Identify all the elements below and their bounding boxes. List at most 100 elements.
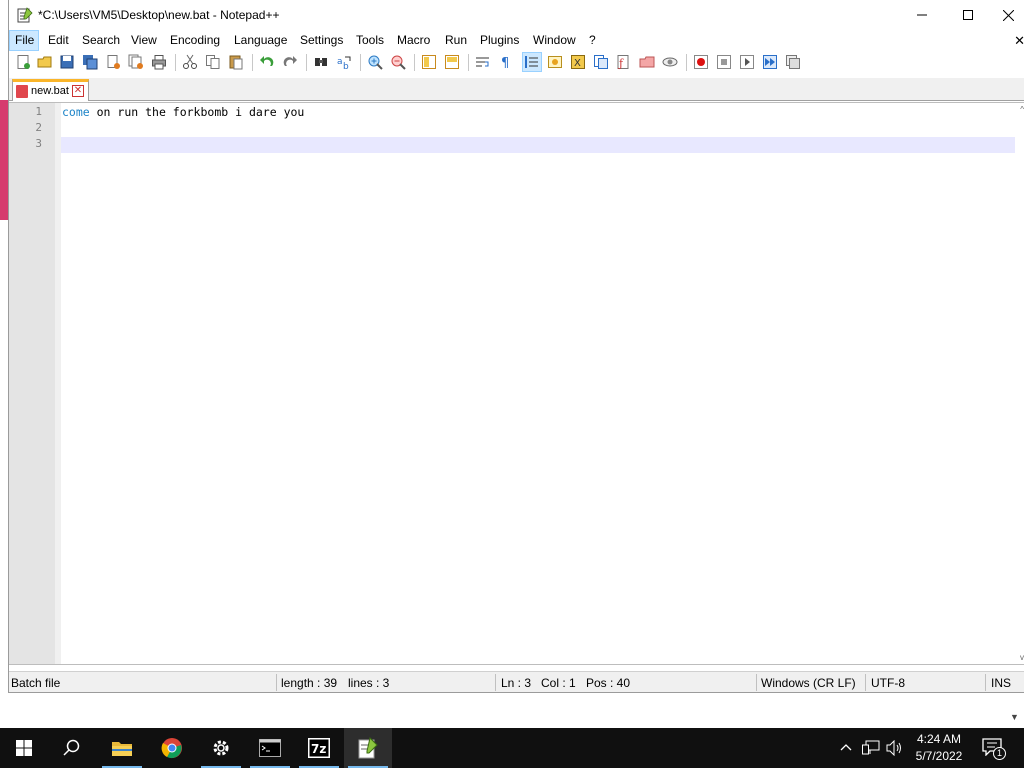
status-separator <box>276 674 277 691</box>
replace-icon[interactable]: ab <box>336 54 352 70</box>
menu-file[interactable]: File <box>15 33 34 47</box>
file-explorer-icon <box>112 742 132 756</box>
notepadpp-button[interactable] <box>344 728 392 768</box>
paste-icon[interactable] <box>228 54 244 70</box>
tab-label: new.bat <box>31 85 69 97</box>
line-number: 1 <box>35 105 42 118</box>
menu-encoding[interactable]: Encoding <box>170 33 220 47</box>
copy-icon[interactable] <box>205 54 221 70</box>
notepadpp-app-icon <box>17 7 33 23</box>
macro-play-icon[interactable] <box>739 54 755 70</box>
clock-time[interactable]: 4:24 AM <box>912 732 966 746</box>
editor-area[interactable]: 1 2 3 come on run the forkbomb i dare yo… <box>9 102 1024 665</box>
menu-edit[interactable]: Edit <box>48 33 69 47</box>
close-document-icon[interactable]: ✕ <box>1014 33 1024 49</box>
status-length: length : 39 <box>281 676 338 690</box>
status-separator <box>756 674 757 691</box>
toolbar-separator <box>686 54 687 71</box>
7zip-button[interactable]: 7z <box>295 728 343 768</box>
unsaved-file-icon <box>16 85 28 98</box>
close-window-button[interactable] <box>991 0 1024 30</box>
search-button[interactable] <box>48 728 96 768</box>
settings-button[interactable] <box>197 728 245 768</box>
menu-plugins[interactable]: Plugins <box>480 33 519 47</box>
toolbar-separator <box>306 54 307 71</box>
status-file-type: Batch file <box>11 676 61 690</box>
notification-count-badge: 1 <box>993 747 1006 760</box>
monitoring-eye-icon[interactable] <box>662 54 678 70</box>
menu-view[interactable]: View <box>131 33 157 47</box>
macro-run-multiple-icon[interactable] <box>762 54 778 70</box>
macro-record-icon[interactable] <box>693 54 709 70</box>
new-file-icon[interactable] <box>15 54 31 70</box>
chrome-button[interactable] <box>148 728 196 768</box>
file-explorer-button[interactable] <box>98 728 146 768</box>
start-button[interactable] <box>0 728 48 768</box>
macro-stop-icon[interactable] <box>716 54 732 70</box>
indent-guide-icon[interactable] <box>524 54 540 70</box>
menu-macro[interactable]: Macro <box>397 33 430 47</box>
vertical-scrollbar[interactable]: ^ v <box>1016 103 1024 664</box>
show-all-chars-icon[interactable]: ¶ <box>498 54 514 70</box>
line-number: 2 <box>35 121 42 134</box>
status-eol[interactable]: Windows (CR LF) <box>761 676 856 690</box>
cut-icon[interactable] <box>182 54 198 70</box>
network-icon[interactable] <box>862 740 880 756</box>
menu-settings[interactable]: Settings <box>300 33 343 47</box>
toolbar: ab ¶ X ƒ <box>9 51 1024 74</box>
clock-date[interactable]: 5/7/2022 <box>912 749 966 763</box>
close-icon <box>1002 9 1014 21</box>
folder-icon[interactable] <box>639 54 655 70</box>
svg-text:X: X <box>574 58 581 69</box>
save-all-icon[interactable] <box>82 54 98 70</box>
volume-icon[interactable] <box>886 740 904 756</box>
folder-as-workspace-icon[interactable]: ƒ <box>616 54 632 70</box>
maximize-button[interactable] <box>945 0 991 30</box>
menu-run[interactable]: Run <box>445 33 467 47</box>
close-all-icon[interactable] <box>128 54 144 70</box>
notepadpp-icon <box>358 737 378 759</box>
find-icon[interactable] <box>313 54 329 70</box>
background-chevron-down-icon: ▼ <box>1010 712 1019 722</box>
tab-new-bat[interactable]: new.bat ✕ <box>12 79 89 101</box>
menu-help[interactable]: ? <box>589 33 596 47</box>
line-number: 3 <box>35 137 42 150</box>
redo-icon[interactable] <box>282 54 298 70</box>
scroll-down-icon[interactable]: v <box>1020 653 1024 662</box>
word-wrap-icon[interactable] <box>475 54 491 70</box>
menu-search[interactable]: Search <box>82 33 120 47</box>
terminal-button[interactable] <box>246 728 294 768</box>
title-bar[interactable]: *C:\Users\VM5\Desktop\new.bat - Notepad+… <box>9 0 1024 30</box>
tab-close-icon[interactable]: ✕ <box>72 85 84 97</box>
document-map-icon[interactable]: X <box>570 54 586 70</box>
minimize-button[interactable] <box>899 0 945 30</box>
status-insert-mode[interactable]: INS <box>991 676 1011 690</box>
close-file-icon[interactable] <box>105 54 121 70</box>
show-hidden-icons-icon[interactable] <box>840 742 852 754</box>
open-file-icon[interactable] <box>37 54 53 70</box>
code-line-1[interactable]: come on run the forkbomb i dare you <box>62 105 304 119</box>
menu-window[interactable]: Window <box>533 33 576 47</box>
zoom-in-icon[interactable] <box>367 54 383 70</box>
user-defined-language-icon[interactable] <box>547 54 563 70</box>
status-encoding[interactable]: UTF-8 <box>871 676 905 690</box>
scroll-up-icon[interactable]: ^ <box>1020 105 1024 114</box>
save-icon[interactable] <box>59 54 75 70</box>
function-list-icon[interactable] <box>593 54 609 70</box>
zoom-out-icon[interactable] <box>390 54 406 70</box>
terminal-icon <box>259 739 281 757</box>
print-icon[interactable] <box>151 54 167 70</box>
status-lines: lines : 3 <box>348 676 390 690</box>
undo-icon[interactable] <box>259 54 275 70</box>
sync-horizontal-icon[interactable] <box>444 54 460 70</box>
menu-bar: File Edit Search View Encoding Language … <box>9 30 1024 51</box>
sync-vertical-icon[interactable] <box>421 54 437 70</box>
svg-text:ƒ: ƒ <box>617 57 624 70</box>
menu-tools[interactable]: Tools <box>356 33 384 47</box>
menu-language[interactable]: Language <box>234 33 287 47</box>
tab-bar: new.bat ✕ <box>9 78 1024 101</box>
fold-margin[interactable] <box>55 103 61 664</box>
macro-save-icon[interactable] <box>785 54 801 70</box>
notification-center-button[interactable]: 1 <box>982 738 1006 760</box>
status-position: Pos : 40 <box>586 676 631 690</box>
